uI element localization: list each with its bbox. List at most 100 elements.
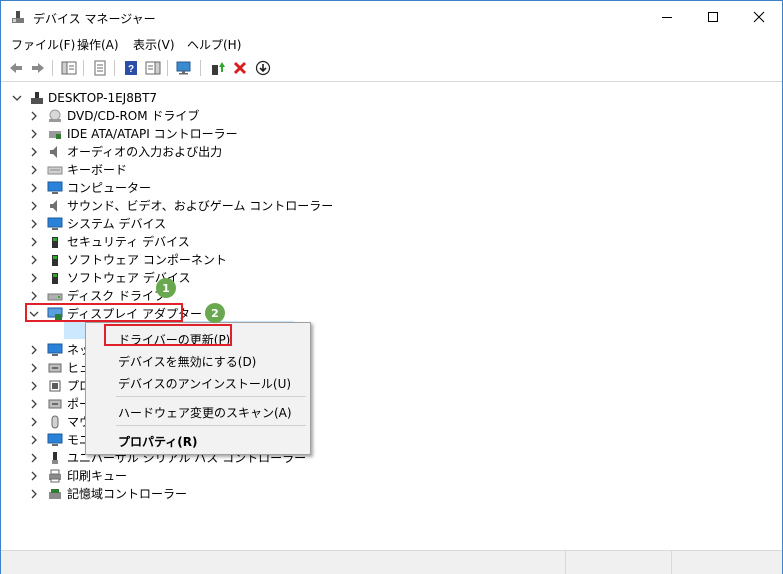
minimize-icon — [662, 17, 672, 18]
step-badge-1: 1 — [156, 278, 176, 298]
context-item-label: デバイスのアンインストール(U) — [118, 377, 292, 391]
uninstall-device-toolbar-button[interactable] — [230, 58, 250, 78]
tree-item-label: ソフトウェア コンポーネント — [67, 253, 227, 267]
tree-item[interactable]: セキュリティ デバイス — [1, 233, 782, 251]
chevron-right-icon[interactable] — [28, 380, 40, 392]
enable-device-toolbar-button[interactable] — [253, 58, 273, 78]
tree-root[interactable]: DESKTOP-1EJ8BT7 — [1, 89, 782, 107]
tree-item[interactable]: DVD/CD-ROM ドライブ — [1, 107, 782, 125]
download-arrow-circle-icon — [255, 60, 271, 76]
status-bar — [1, 550, 782, 574]
chevron-right-icon[interactable] — [28, 488, 40, 500]
tree-item-label: システム デバイス — [67, 217, 167, 231]
tree-item[interactable]: ソフトウェア コンポーネント — [1, 251, 782, 269]
menu-help[interactable]: ヘルプ(H) — [187, 36, 241, 53]
toolbar-separator — [52, 60, 53, 76]
port-icon — [47, 396, 63, 412]
tree-item[interactable]: 印刷キュー — [1, 467, 782, 485]
step-badge-2: 2 — [205, 303, 225, 323]
chevron-right-icon[interactable] — [28, 398, 40, 410]
chevron-right-icon[interactable] — [28, 362, 40, 374]
chevron-right-icon[interactable] — [28, 146, 40, 158]
back-button[interactable] — [6, 58, 26, 78]
forward-arrow-icon — [32, 63, 44, 73]
tree-item-label: DVD/CD-ROM ドライブ — [67, 109, 200, 123]
tree-item-label: サウンド、ビデオ、およびゲーム コントローラー — [67, 199, 334, 213]
close-icon — [753, 11, 765, 23]
chevron-right-icon[interactable] — [28, 254, 40, 266]
tree-item[interactable]: コンピューター — [1, 179, 782, 197]
tree-item[interactable]: サウンド、ビデオ、およびゲーム コントローラー — [1, 197, 782, 215]
software-component-icon — [47, 252, 63, 268]
network-icon — [47, 342, 63, 358]
maximize-icon — [708, 12, 718, 22]
context-item-label: ハードウェア変更のスキャン(A) — [118, 406, 292, 420]
tree-item[interactable]: システム デバイス — [1, 215, 782, 233]
maximize-button[interactable] — [690, 1, 736, 33]
device-manager-app-icon — [10, 9, 26, 25]
help-book-icon: ? — [125, 61, 137, 75]
chevron-right-icon[interactable] — [28, 272, 40, 284]
keyboard-icon — [47, 162, 63, 178]
chevron-right-icon[interactable] — [28, 470, 40, 482]
security-device-icon — [47, 234, 63, 250]
menu-file[interactable]: ファイル(F) — [11, 36, 75, 53]
help-toolbar-button[interactable]: ? — [121, 58, 141, 78]
context-item-label: デバイスを無効にする(D) — [118, 355, 257, 369]
chevron-right-icon[interactable] — [28, 236, 40, 248]
scan-hardware-button[interactable] — [175, 58, 195, 78]
properties-toolbar-button[interactable] — [90, 58, 110, 78]
tree-item-label: セキュリティ デバイス — [67, 235, 190, 249]
show-hide-console-tree-button[interactable] — [59, 58, 79, 78]
device-manager-window: デバイス マネージャー ファイル(F) 操作(A) 表示(V) ヘルプ(H) ?… — [0, 0, 783, 574]
chevron-down-icon[interactable] — [11, 92, 23, 104]
tree-item-label: オーディオの入力および出力 — [67, 145, 223, 159]
menu-view[interactable]: 表示(V) — [133, 36, 175, 53]
minimize-button[interactable] — [644, 1, 690, 33]
window-title: デバイス マネージャー — [33, 12, 156, 26]
forward-button[interactable] — [28, 58, 48, 78]
tree-root-label: DESKTOP-1EJ8BT7 — [48, 91, 158, 105]
computer-icon — [47, 180, 63, 196]
toolbar-separator — [167, 60, 168, 76]
chevron-right-icon[interactable] — [28, 110, 40, 122]
chevron-right-icon[interactable] — [28, 416, 40, 428]
chevron-right-icon[interactable] — [28, 434, 40, 446]
context-disable-device[interactable]: デバイスを無効にする(D) — [86, 349, 310, 371]
chevron-right-icon[interactable] — [28, 218, 40, 230]
highlight-box-update-driver — [104, 324, 232, 346]
chevron-right-icon[interactable] — [28, 200, 40, 212]
tree-item[interactable]: 記憶域コントローラー — [1, 485, 782, 503]
tree-item[interactable]: キーボード — [1, 161, 782, 179]
context-separator — [116, 425, 306, 426]
context-properties[interactable]: プロパティ(R) — [86, 429, 310, 451]
menu-action[interactable]: 操作(A) — [77, 36, 119, 53]
tree-item[interactable]: ソフトウェア デバイス — [1, 269, 782, 287]
update-driver-toolbar-button[interactable] — [207, 58, 227, 78]
usb-icon — [47, 450, 63, 466]
context-uninstall-device[interactable]: デバイスのアンインストール(U) — [86, 371, 310, 393]
menu-bar: ファイル(F) 操作(A) 表示(V) ヘルプ(H) — [1, 33, 782, 53]
monitor-scan-icon — [176, 61, 191, 75]
status-divider — [565, 551, 566, 574]
hid-icon — [47, 360, 63, 376]
tree-item[interactable]: IDE ATA/ATAPI コントローラー — [1, 125, 782, 143]
chevron-right-icon[interactable] — [28, 164, 40, 176]
context-item-label: プロパティ(R) — [118, 435, 198, 449]
action-pane-button[interactable] — [143, 58, 163, 78]
context-scan-hardware[interactable]: ハードウェア変更のスキャン(A) — [86, 400, 310, 422]
ide-controller-icon — [47, 126, 63, 142]
system-device-icon — [47, 216, 63, 232]
svg-text:?: ? — [128, 64, 134, 75]
speaker-icon — [47, 144, 63, 160]
context-separator — [116, 396, 306, 397]
close-button[interactable] — [736, 1, 782, 33]
print-queue-icon — [47, 468, 63, 484]
chevron-right-icon[interactable] — [28, 344, 40, 356]
chevron-right-icon[interactable] — [28, 452, 40, 464]
chevron-right-icon[interactable] — [28, 182, 40, 194]
chevron-right-icon[interactable] — [28, 290, 40, 302]
chevron-right-icon[interactable] — [28, 128, 40, 140]
tree-item[interactable]: オーディオの入力および出力 — [1, 143, 782, 161]
toolbar: ? — [1, 55, 782, 82]
